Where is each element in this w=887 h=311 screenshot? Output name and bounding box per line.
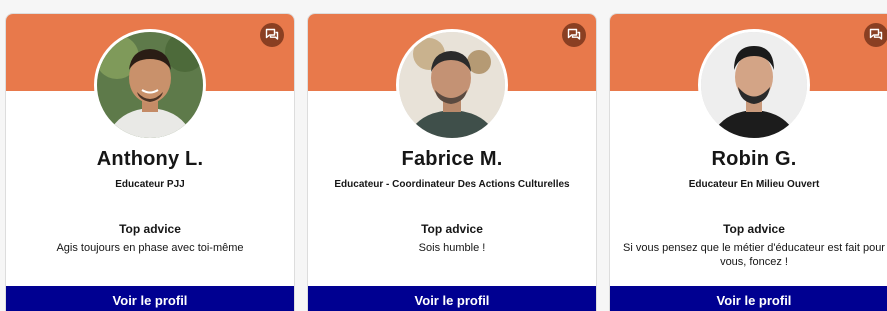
advice-text: Agis toujours en phase avec toi-même — [56, 242, 244, 254]
avatar — [698, 29, 810, 141]
educator-name: Anthony L. — [96, 148, 204, 170]
educator-card: Anthony L. Educateur PJJ Top advice Agis… — [5, 13, 295, 311]
chat-bubbles-icon — [265, 28, 279, 40]
educator-card: Fabrice M. Educateur - Coordinateur Des … — [307, 13, 597, 311]
advice-text: Sois humble ! — [418, 242, 486, 254]
advice-text: Si vous pensez que le métier d'éducateur… — [623, 242, 885, 268]
advice-title: Top advice — [119, 222, 181, 236]
educator-role: Educateur PJJ — [115, 179, 185, 190]
chat-bubbles-icon — [567, 28, 581, 40]
educator-card: Robin G. Educateur En Milieu Ouvert Top … — [609, 13, 887, 311]
educator-role: Educateur En Milieu Ouvert — [688, 179, 820, 190]
view-profile-button[interactable]: Voir le profil — [6, 286, 294, 311]
educator-cards-strip: Anthony L. Educateur PJJ Top advice Agis… — [0, 0, 887, 311]
educator-name: Robin G. — [711, 148, 797, 170]
view-profile-button[interactable]: Voir le profil — [308, 286, 596, 311]
chat-button[interactable] — [864, 23, 887, 47]
avatar — [396, 29, 508, 141]
advice-title: Top advice — [421, 222, 483, 236]
educator-role: Educateur - Coordinateur Des Actions Cul… — [334, 179, 570, 190]
advice-title: Top advice — [723, 222, 785, 236]
chat-bubbles-icon — [869, 28, 883, 40]
view-profile-button[interactable]: Voir le profil — [610, 286, 887, 311]
chat-button[interactable] — [260, 23, 284, 47]
educator-name: Fabrice M. — [401, 148, 503, 170]
chat-button[interactable] — [562, 23, 586, 47]
avatar — [94, 29, 206, 141]
